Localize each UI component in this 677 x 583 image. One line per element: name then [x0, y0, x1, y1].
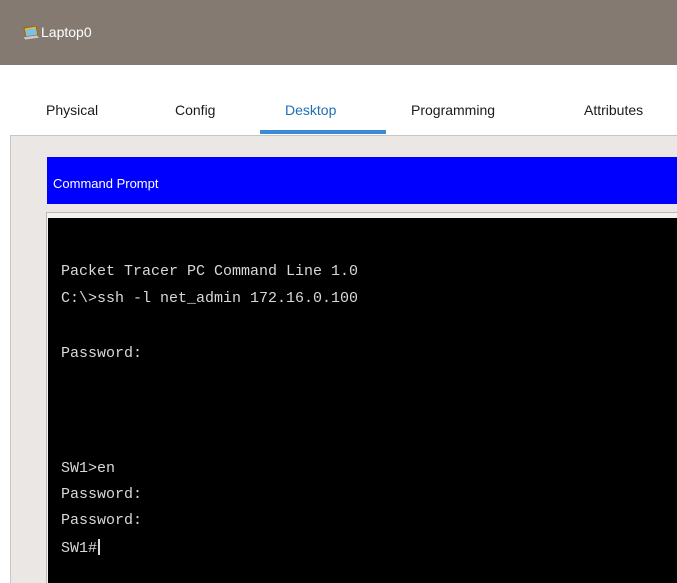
terminal-line: Password: — [61, 345, 143, 362]
terminal-line: Password: — [61, 512, 143, 529]
terminal-line: Password: — [61, 486, 143, 503]
laptop-app-icon — [22, 26, 40, 40]
terminal-prompt-line[interactable]: SW1# — [61, 539, 101, 557]
terminal-prompt: SW1# — [61, 540, 98, 557]
terminal-line: C:\>ssh -l net_admin 172.16.0.100 — [61, 290, 359, 307]
terminal-line: SW1>en — [61, 460, 116, 477]
command-prompt-title: Command Prompt — [53, 176, 159, 191]
window-titlebar[interactable]: Laptop0 — [0, 0, 677, 65]
tab-attributes[interactable]: Attributes — [584, 101, 643, 119]
tab-physical[interactable]: Physical — [46, 101, 98, 119]
text-cursor — [98, 539, 101, 555]
active-tab-indicator — [260, 130, 386, 134]
tab-config[interactable]: Config — [175, 101, 215, 119]
tab-programming[interactable]: Programming — [411, 101, 495, 119]
terminal-line: Packet Tracer PC Command Line 1.0 — [61, 263, 359, 280]
tab-desktop[interactable]: Desktop — [285, 101, 336, 119]
window-title: Laptop0 — [41, 24, 92, 40]
